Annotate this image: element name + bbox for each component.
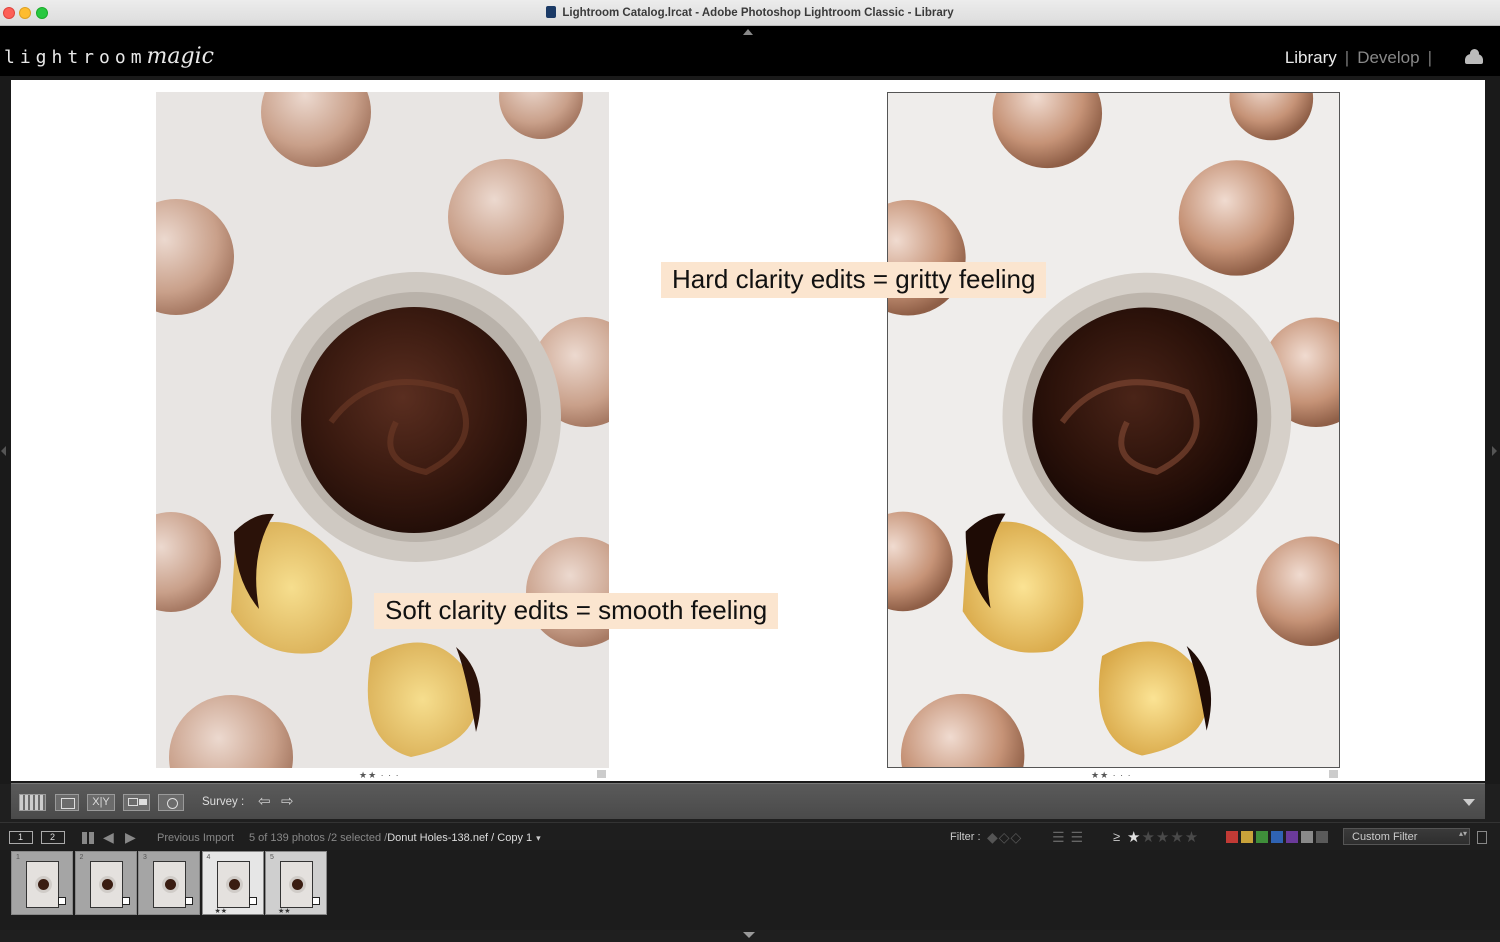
flag-filter-icons[interactable]: ◆◇◇ [987, 829, 1022, 846]
photo-count-text: 5 of 139 photos /2 selected / [249, 832, 388, 844]
annotation-soft-clarity: Soft clarity edits = smooth feeling [374, 593, 779, 629]
survey-photo-right[interactable] [887, 92, 1340, 768]
right-photo-rating[interactable]: ★★ · · · [1091, 770, 1132, 781]
survey-view: ★★ · · · ★★ · · · Hard clarity edits = g… [11, 80, 1485, 781]
thumbnail-index: 2 [79, 854, 84, 861]
edited-badge-icon [58, 897, 66, 905]
filmstrip: 1 2 3 4 ★★ 5 ★★ [0, 850, 1500, 930]
color-label-swatch[interactable] [1241, 831, 1253, 843]
loupe-view-button[interactable] [55, 794, 79, 811]
thumbnail-bowl [98, 876, 116, 893]
thumbnail-rating[interactable]: ★★ [215, 907, 228, 915]
secondary-window-button[interactable]: 2 [41, 831, 65, 844]
identity-plate-logo: lightroommagic [4, 44, 214, 69]
window-title: Lightroom Catalog.lrcat - Adobe Photosho… [0, 6, 1500, 19]
file-menu-caret-icon[interactable]: ▾ [536, 833, 541, 843]
edited-badge-icon [121, 897, 130, 905]
thumbnail-image [153, 861, 186, 908]
module-separator: | [1344, 48, 1350, 67]
thumbnail-bowl [35, 876, 52, 893]
rating-filter-stars[interactable]: ★★★★★ [1127, 828, 1199, 846]
grid-view-button[interactable] [19, 794, 46, 811]
module-library[interactable]: Library [1285, 48, 1337, 67]
thumbnail-bowl [162, 876, 179, 893]
catalog-document-icon [546, 6, 557, 18]
filmstrip-source[interactable]: Previous Import [157, 832, 234, 844]
star-icon[interactable]: ★★★★ [1141, 829, 1199, 846]
module-header: lightroommagic Library | Develop | [0, 26, 1500, 76]
thumbnail-image [89, 861, 123, 908]
color-label-swatch[interactable] [1286, 831, 1298, 843]
current-file-name: Donut Holes-138.nef / Copy 1 [387, 832, 533, 844]
thumbnail-index: 1 [16, 854, 20, 861]
filter-label: Filter : [950, 831, 981, 843]
color-label-swatch[interactable] [1301, 831, 1313, 843]
left-photo-remove-icon[interactable] [597, 770, 606, 778]
filmstrip-thumbnail[interactable]: 2 [74, 851, 137, 915]
thumbnail-index: 5 [270, 854, 274, 861]
title-bar: Lightroom Catalog.lrcat - Adobe Photosho… [0, 0, 1500, 26]
annotation-hard-clarity: Hard clarity edits = gritty feeling [661, 262, 1047, 298]
color-label-swatch[interactable] [1226, 831, 1238, 843]
module-picker: Library | Develop | [1285, 48, 1440, 68]
previous-photo-arrow-icon[interactable]: ⇦ [258, 794, 271, 809]
people-view-button[interactable] [158, 794, 184, 811]
grid-view-icon[interactable] [82, 832, 95, 844]
toolbar-content-menu-icon[interactable] [1463, 799, 1475, 806]
thumbnail-image [216, 861, 250, 908]
survey-view-button[interactable] [123, 794, 150, 811]
right-photo-remove-icon[interactable] [1329, 770, 1338, 778]
window-title-text: Lightroom Catalog.lrcat - Adobe Photosho… [562, 7, 954, 19]
color-label-filter [1226, 831, 1328, 843]
edited-badge-icon [248, 897, 257, 905]
module-develop[interactable]: Develop [1357, 48, 1419, 67]
filmstrip-header: 1 2 ◀ ▶ Previous Import 5 of 139 photos … [0, 822, 1500, 850]
library-toolbar: X|Y Survey : ⇦ ⇨ [11, 783, 1485, 819]
filter-lock-icon[interactable] [1477, 831, 1487, 844]
color-label-swatch[interactable] [1271, 831, 1283, 843]
thumbnail-index: 4 [206, 854, 211, 861]
compare-view-button[interactable]: X|Y [87, 794, 115, 811]
thumbnail-index: 3 [143, 854, 147, 861]
filmstrip-thumbnail[interactable]: 3 [138, 851, 200, 915]
edited-badge-icon [185, 897, 193, 905]
right-panel-toggle-icon[interactable] [1492, 446, 1497, 456]
thumbnail-image [280, 861, 313, 908]
thumbnail-image [26, 861, 59, 908]
left-panel-toggle-icon[interactable] [1, 446, 6, 456]
filmstrip-thumbnail[interactable]: 5 ★★ [265, 851, 327, 915]
filmstrip-thumbnail[interactable]: 1 [11, 851, 73, 915]
left-photo-rating[interactable]: ★★ · · · [359, 770, 400, 781]
cloud-sync-icon[interactable] [1465, 49, 1483, 64]
thumbnail-bowl [289, 876, 306, 893]
view-mode-label: Survey : [202, 796, 245, 808]
filmstrip-photo-count[interactable]: 5 of 139 photos /2 selected /Donut Holes… [249, 832, 541, 844]
edited-badge-icon [312, 897, 320, 905]
logo-script-text: magic [146, 44, 214, 69]
survey-photo-left[interactable] [156, 92, 609, 768]
edit-filter-icons[interactable]: ☰☰ [1052, 829, 1089, 846]
rating-comparison-operator[interactable]: ≥ [1113, 829, 1120, 844]
donut-photo-hard [888, 93, 1339, 767]
star-icon[interactable]: ★ [1127, 829, 1141, 846]
thumbnail-bowl [225, 876, 243, 893]
back-arrow-icon[interactable]: ◀ [103, 829, 114, 846]
thumbnail-rating[interactable]: ★★ [278, 907, 291, 915]
main-window-button[interactable]: 1 [9, 831, 33, 844]
logo-text: lightroom [4, 47, 147, 68]
collapse-filmstrip-icon[interactable] [743, 932, 755, 938]
donut-photo-soft [156, 92, 609, 768]
module-separator: | [1427, 48, 1432, 67]
filmstrip-thumbnail[interactable]: 4 ★★ [201, 851, 264, 915]
color-label-swatch[interactable] [1256, 831, 1268, 843]
forward-arrow-icon[interactable]: ▶ [125, 829, 136, 846]
next-photo-arrow-icon[interactable]: ⇨ [281, 794, 294, 809]
color-label-swatch[interactable] [1316, 831, 1328, 843]
collapse-top-panel-icon[interactable] [743, 29, 753, 35]
custom-filter-select[interactable]: Custom Filter [1343, 828, 1470, 845]
